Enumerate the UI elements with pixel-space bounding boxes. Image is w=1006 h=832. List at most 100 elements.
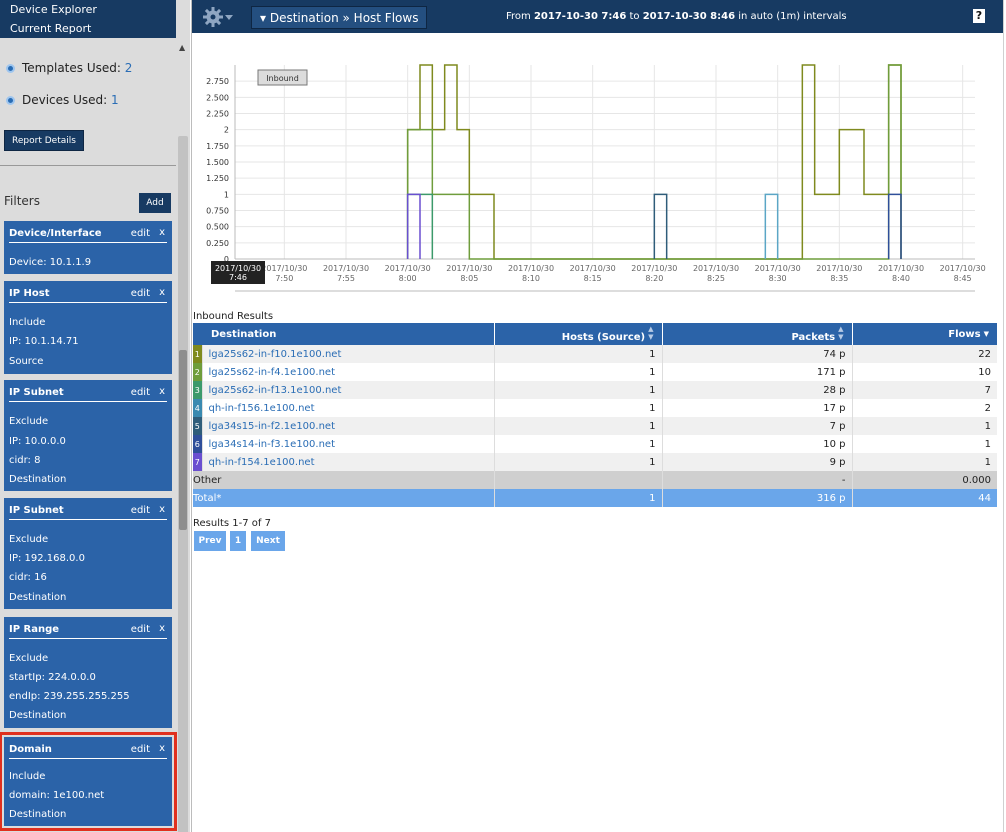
total-hosts: 1	[494, 489, 663, 507]
packets-cell: 17 p	[662, 399, 853, 417]
filter-card-ip-subnet-2: IP Subnet edit x Exclude IP: 192.168.0.0 c…	[4, 498, 172, 609]
chevron-down-icon[interactable]	[225, 15, 233, 20]
destination-link[interactable]: lga34s14-in-f3.1e100.net	[202, 435, 495, 453]
filter-card-device-interface: Device/Interface edit x Device: 10.1.1.9	[4, 221, 172, 274]
x-tick-time: 8:05	[460, 274, 478, 283]
filter-title: IP Subnet	[9, 505, 64, 516]
filter-remove-button[interactable]: x	[159, 623, 165, 634]
flows-chart[interactable]: 00.2500.5000.75011.2501.5001.75022.2502.…	[192, 60, 1003, 300]
gear-icon[interactable]	[202, 6, 224, 28]
column-header-packets[interactable]: Packets▲ ▼	[662, 323, 853, 345]
row-index: 7	[193, 453, 203, 471]
row-index: 2	[193, 363, 203, 381]
results-table: Destination Hosts (Source)▲ ▼ Packets▲ ▼ F…	[193, 323, 997, 507]
filter-edit-link[interactable]: edit	[131, 387, 150, 398]
page-1-button[interactable]: 1	[230, 531, 246, 551]
report-header: ▾ Destination » Host Flows From 2017-10-…	[192, 0, 1003, 34]
hosts-cell: 1	[494, 345, 663, 363]
y-tick-label: 2.250	[206, 110, 229, 119]
filters-title: Filters	[4, 194, 40, 208]
filter-remove-button[interactable]: x	[159, 743, 165, 754]
add-filter-button[interactable]: Add	[139, 193, 171, 213]
y-tick-label: 2.500	[206, 93, 229, 102]
flows-cell: 2	[852, 399, 997, 417]
report-details-button[interactable]: Report Details	[4, 130, 84, 151]
bullet-icon	[6, 96, 15, 105]
filter-card-ip-host: IP Host edit x Include IP: 10.1.14.71 Sour…	[4, 281, 172, 374]
x-tick-time: 8:10	[522, 274, 540, 283]
filter-edit-link[interactable]: edit	[131, 505, 150, 516]
destination-link[interactable]: lga25s62-in-f10.1e100.net	[202, 345, 495, 363]
devices-used-label: Devices Used:	[22, 93, 108, 107]
y-tick-label: 2.750	[206, 77, 229, 86]
sort-icon: ▲ ▼	[838, 325, 844, 341]
y-tick-label: 1.500	[206, 158, 229, 167]
column-header-destination[interactable]: Destination	[193, 323, 495, 345]
total-packets: 316 p	[662, 489, 853, 507]
filter-line: endIp: 239.255.255.255	[9, 691, 130, 702]
y-tick-label: 0.250	[206, 239, 229, 248]
filter-line: Exclude	[9, 534, 49, 545]
filter-edit-link[interactable]: edit	[131, 624, 150, 635]
next-page-button[interactable]: Next	[251, 531, 285, 551]
destination-link[interactable]: lga25s62-in-f4.1e100.net	[202, 363, 495, 381]
destination-link[interactable]: qh-in-f156.1e100.net	[202, 399, 495, 417]
filter-edit-link[interactable]: edit	[131, 744, 150, 755]
x-tick-time: 8:35	[830, 274, 848, 283]
main-panel: ▾ Destination » Host Flows From 2017-10-…	[191, 0, 1006, 832]
filter-line: cidr: 16	[9, 572, 47, 583]
column-header-hosts[interactable]: Hosts (Source)▲ ▼	[494, 323, 663, 345]
sidebar-scrollbar[interactable]: ▲	[176, 38, 190, 832]
filter-remove-button[interactable]: x	[159, 504, 165, 515]
destination-link[interactable]: lga34s15-in-f2.1e100.net	[202, 417, 495, 435]
scroll-up-icon[interactable]: ▲	[179, 43, 185, 52]
help-icon[interactable]: ?	[973, 9, 985, 23]
devices-used-value[interactable]: 1	[111, 93, 119, 107]
filter-line: Destination	[9, 809, 67, 820]
scrollbar-thumb[interactable]	[179, 350, 187, 530]
x-tick-date: 2017/10/30	[755, 264, 801, 273]
other-label: Other	[193, 471, 495, 489]
x-tick-time: 8:40	[892, 274, 910, 283]
sidebar: Device Explorer Current Report ▲ Templat…	[0, 0, 190, 832]
column-header-flows[interactable]: Flows ▼	[852, 323, 997, 345]
filter-line: cidr: 8	[9, 455, 41, 466]
devices-used-row: Devices Used: 1	[6, 93, 119, 107]
destination-link[interactable]: qh-in-f154.1e100.net	[202, 453, 495, 471]
filter-remove-button[interactable]: x	[159, 227, 165, 238]
cursor-time: 7:46	[229, 273, 247, 282]
total-row: Total* 1 316 p 44	[193, 489, 997, 507]
breadcrumb[interactable]: ▾ Destination » Host Flows	[251, 6, 428, 29]
x-tick-date: 2017/10/30	[940, 264, 986, 273]
x-tick-date: 2017/10/30	[323, 264, 369, 273]
filter-card-ip-subnet-1: IP Subnet edit x Exclude IP: 10.0.0.0 cidr…	[4, 380, 172, 491]
x-tick-time: 8:45	[954, 274, 972, 283]
flows-cell: 22	[852, 345, 997, 363]
row-index: 1	[193, 345, 203, 363]
y-tick-label: 1	[224, 190, 229, 199]
filter-edit-link[interactable]: edit	[131, 288, 150, 299]
current-report-link[interactable]: Current Report	[0, 19, 176, 38]
filter-title: IP Range	[9, 624, 60, 635]
x-tick-time: 8:25	[707, 274, 725, 283]
destination-link[interactable]: lga25s62-in-f13.1e100.net	[202, 381, 495, 399]
device-explorer-link[interactable]: Device Explorer	[0, 0, 176, 19]
filter-line: Exclude	[9, 416, 49, 427]
filter-remove-button[interactable]: x	[159, 287, 165, 298]
filter-card-domain[interactable]: Domain edit x Include domain: 1e100.net De…	[0, 732, 177, 831]
hosts-cell: 1	[494, 399, 663, 417]
filter-edit-link[interactable]: edit	[131, 228, 150, 239]
packets-cell: 28 p	[662, 381, 853, 399]
range-from: 2017-10-30 7:46	[533, 11, 627, 22]
filter-line: Destination	[9, 474, 67, 485]
filter-remove-button[interactable]: x	[159, 386, 165, 397]
total-flows: 44	[852, 489, 997, 507]
inbound-legend-text: Inbound	[266, 74, 299, 83]
packets-cell: 10 p	[662, 435, 853, 453]
bullet-icon	[6, 64, 15, 73]
prev-page-button[interactable]: Prev	[194, 531, 226, 551]
time-range: From 2017-10-30 7:46 to 2017-10-30 8:46 …	[506, 11, 847, 22]
filter-line: IP: 192.168.0.0	[9, 553, 85, 564]
templates-used-value[interactable]: 2	[125, 61, 133, 75]
x-tick-date: 2017/10/30	[816, 264, 862, 273]
